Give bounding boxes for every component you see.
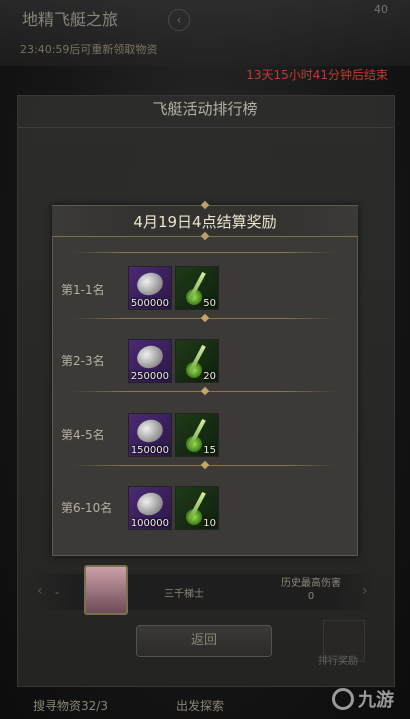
history-damage-label: 历史最高伤害 xyxy=(281,578,341,589)
logo-text: 九游 xyxy=(358,690,394,711)
sword-reward[interactable]: 15 xyxy=(175,413,219,457)
rank-label: 第1-1名 xyxy=(61,283,105,297)
history-damage: 历史最高伤害 0 xyxy=(276,577,346,603)
reward-quantity: 100000 xyxy=(130,518,169,529)
site-logo: 九游 xyxy=(332,686,394,712)
search-supplies-button[interactable]: 搜寻物资32/3 xyxy=(33,697,108,714)
event-title: 地精飞艇之旅 xyxy=(22,10,119,29)
reward-quantity: 250000 xyxy=(130,371,169,382)
event-countdown: 13天15小时41分钟后结束 xyxy=(246,68,388,82)
panel-divider xyxy=(17,127,393,128)
reward-quantity: 15 xyxy=(203,445,216,456)
player-name: 三千梯士 xyxy=(164,589,204,600)
rank-reward-label: 排行奖励 xyxy=(318,656,358,667)
ranking-panel-title: 飞艇活动排行榜 xyxy=(152,100,258,118)
chevron-right-icon: › xyxy=(362,583,368,599)
history-damage-value: 0 xyxy=(307,591,315,602)
chevron-left-icon: ‹ xyxy=(37,583,43,599)
popup-title: 4月19日4点结算奖励 xyxy=(133,213,277,231)
silver-coin-reward[interactable]: 150000 xyxy=(128,413,172,457)
sword-reward[interactable]: 50 xyxy=(175,266,219,310)
logo-icon xyxy=(332,688,354,710)
refresh-timer: 23:40:59后可重新领取物资 xyxy=(20,43,158,56)
reward-quantity: 10 xyxy=(203,518,216,529)
return-button[interactable]: 返回 xyxy=(136,625,272,657)
rank-label: 第4-5名 xyxy=(61,428,105,442)
player-rank: - xyxy=(55,586,59,599)
rank-label: 第2-3名 xyxy=(61,354,105,368)
explore-button[interactable]: 出发探索 xyxy=(176,697,224,714)
silver-coin-icon xyxy=(134,416,166,446)
reward-quantity: 500000 xyxy=(130,298,169,309)
resource-counter: 40 xyxy=(374,3,388,16)
info-icon[interactable]: ‹ xyxy=(168,9,190,31)
silver-coin-icon xyxy=(134,489,166,519)
reward-quantity: 50 xyxy=(203,298,216,309)
sword-reward[interactable]: 20 xyxy=(175,339,219,383)
silver-coin-reward[interactable]: 250000 xyxy=(128,339,172,383)
reward-quantity: 20 xyxy=(203,371,216,382)
reward-quantity: 150000 xyxy=(130,445,169,456)
sword-reward[interactable]: 10 xyxy=(175,486,219,530)
silver-coin-icon xyxy=(134,269,166,299)
rank-label: 第6-10名 xyxy=(61,501,113,515)
silver-coin-reward[interactable]: 100000 xyxy=(128,486,172,530)
silver-coin-icon xyxy=(134,342,166,372)
player-avatar xyxy=(84,565,128,615)
silver-coin-reward[interactable]: 500000 xyxy=(128,266,172,310)
row-divider xyxy=(72,252,336,253)
